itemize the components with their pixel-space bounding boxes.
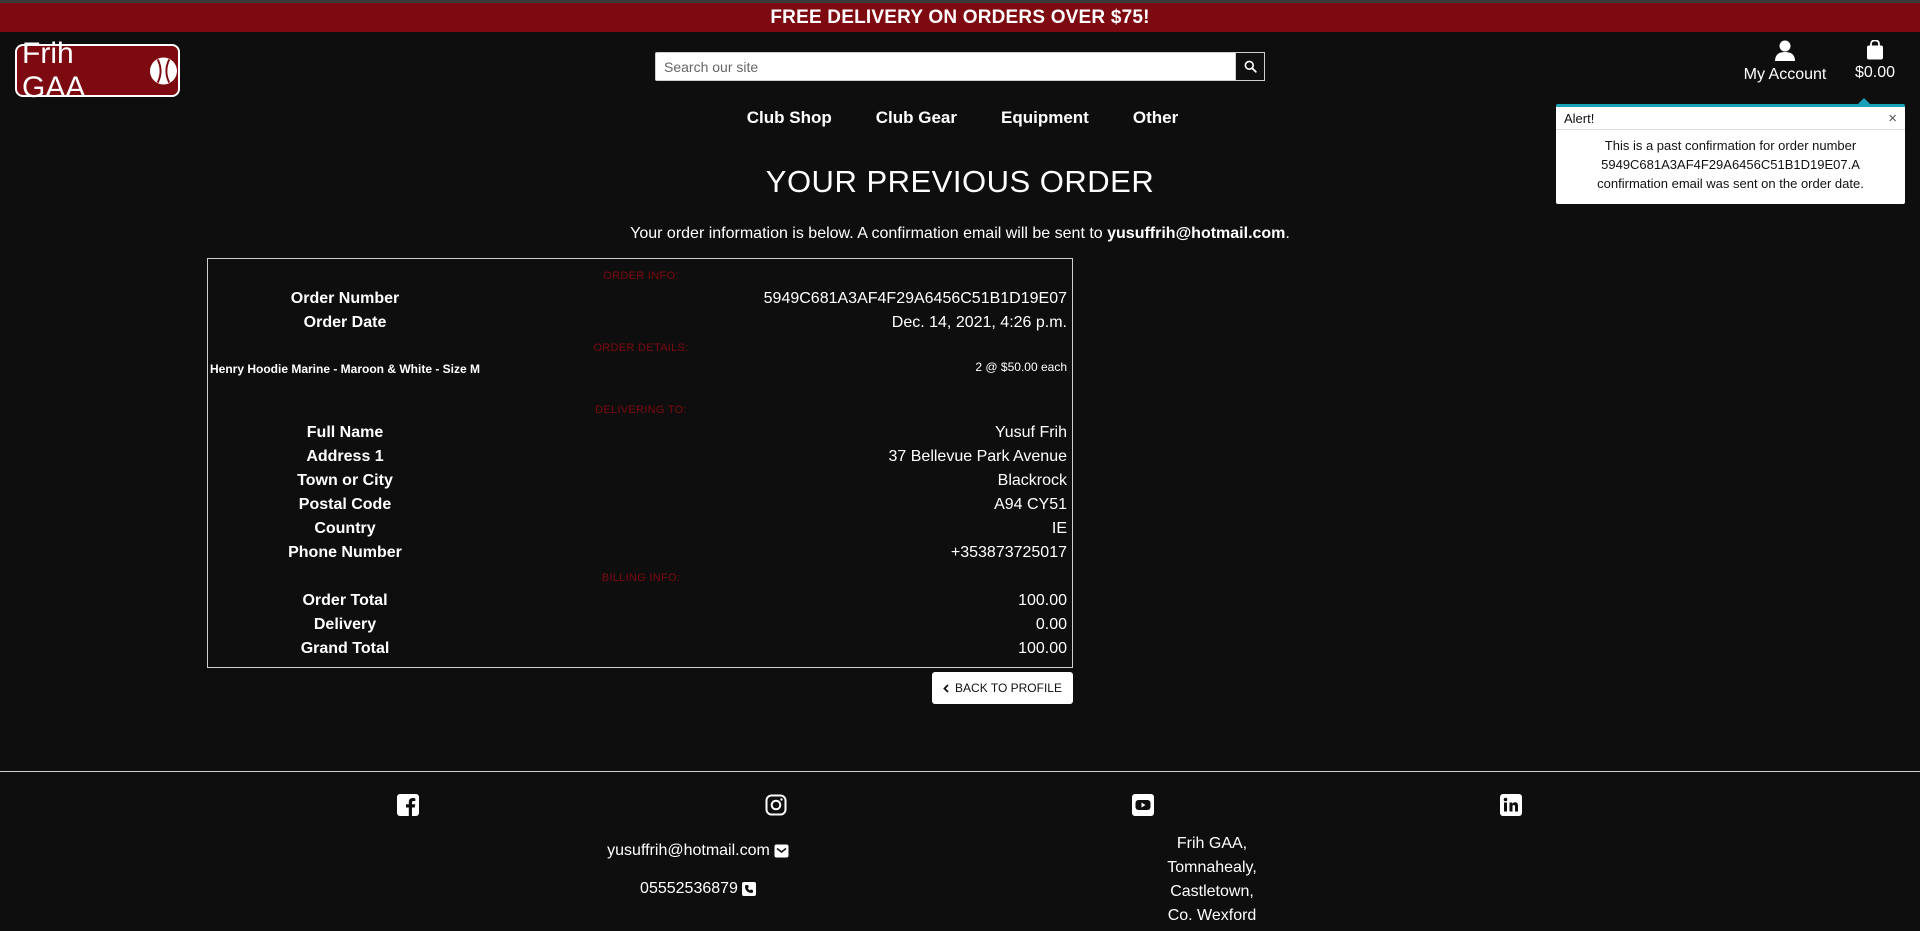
alert-title: Alert! xyxy=(1564,110,1595,126)
back-to-profile-button[interactable]: BACK TO PROFILE xyxy=(932,672,1073,704)
grand-total-label: Grand Total xyxy=(300,640,390,657)
footer-address: Frih GAA, Tomnahealy, Castletown, Co. We… xyxy=(1112,832,1312,928)
facebook-glyph xyxy=(397,794,419,816)
alert-arrow xyxy=(1858,98,1870,104)
search-input[interactable] xyxy=(655,52,1235,81)
banner-text: FREE DELIVERY ON ORDERS OVER $75! xyxy=(770,6,1150,28)
back-button-label: BACK TO PROFILE xyxy=(955,681,1062,695)
address-line: Castletown, xyxy=(1170,883,1254,900)
address1-label: Address 1 xyxy=(306,448,384,465)
shopping-bag-icon xyxy=(1867,40,1883,60)
order-number-value: 5949C681A3AF4F29A6456C51B1D19E07 xyxy=(763,290,1067,307)
order-item-name: Henry Hoodie Marine - Maroon & White - S… xyxy=(209,362,481,376)
account-label: My Account xyxy=(1743,66,1827,83)
gaa-ball-icon xyxy=(150,56,178,85)
subtitle-email: yusuffrih@hotmail.com xyxy=(1107,225,1286,242)
address-line: Co. Wexford xyxy=(1167,907,1257,924)
nav-equipment[interactable]: Equipment xyxy=(979,108,1111,132)
bag-total: $0.00 xyxy=(1854,64,1896,81)
country-value: IE xyxy=(1051,520,1067,537)
phone-icon xyxy=(741,882,756,896)
footer-phone-link[interactable]: 05552536879 xyxy=(500,880,896,898)
order-info-heading: ORDER INFO: xyxy=(603,270,679,282)
delivery-label: Delivery xyxy=(313,616,377,633)
footer-phone: 05552536879 xyxy=(640,880,738,897)
subtitle-suffix: . xyxy=(1285,225,1290,242)
my-account-link[interactable]: My Account xyxy=(1735,40,1835,90)
order-date-value: Dec. 14, 2021, 4:26 p.m. xyxy=(891,314,1067,331)
country-label: Country xyxy=(314,520,376,537)
linkedin-icon[interactable] xyxy=(1500,794,1522,816)
nav-other[interactable]: Other xyxy=(1111,108,1200,132)
grand-total-value: 100.00 xyxy=(1018,640,1067,657)
address-line: Tomnahealy, xyxy=(1167,859,1257,876)
chevron-left-icon xyxy=(943,683,949,693)
instagram-glyph xyxy=(765,794,787,816)
facebook-icon[interactable] xyxy=(397,794,419,816)
phone-value: +353873725017 xyxy=(950,544,1067,561)
postal-code-label: Postal Code xyxy=(298,496,392,513)
full-name-value: Yusuf Frih xyxy=(994,424,1067,441)
address1-value: 37 Bellevue Park Avenue xyxy=(888,448,1068,465)
order-summary: ORDER INFO: Order Number 5949C681A3AF4F2… xyxy=(207,258,1073,668)
postal-code-value: A94 CY51 xyxy=(994,496,1067,513)
order-subtitle: Your order information is below. A confi… xyxy=(0,225,1920,243)
logo-text: Frih GAA xyxy=(22,36,86,104)
search-icon xyxy=(1244,60,1257,73)
order-date-label: Order Date xyxy=(303,314,387,331)
youtube-glyph xyxy=(1132,794,1154,816)
footer-email-link[interactable]: yusuffrih@hotmail.com xyxy=(500,842,896,860)
footer-divider xyxy=(0,771,1920,772)
user-icon xyxy=(1775,40,1795,61)
linkedin-glyph xyxy=(1500,794,1522,816)
order-details-heading: ORDER DETAILS: xyxy=(593,342,689,354)
instagram-icon[interactable] xyxy=(765,794,787,816)
shopping-bag-link[interactable]: $0.00 xyxy=(1852,40,1898,90)
address-line: Frih GAA, xyxy=(1176,835,1248,852)
delivery-value: 0.00 xyxy=(1035,616,1067,633)
order-total-label: Order Total xyxy=(302,592,388,609)
phone-label: Phone Number xyxy=(288,544,402,561)
alert-header: Alert! × xyxy=(1556,107,1905,130)
full-name-label: Full Name xyxy=(306,424,384,441)
youtube-icon[interactable] xyxy=(1132,794,1154,816)
delivering-to-heading: DELIVERING TO: xyxy=(595,404,687,416)
order-number-label: Order Number xyxy=(290,290,400,307)
town-label: Town or City xyxy=(297,472,393,489)
site-logo[interactable]: Frih GAA xyxy=(15,37,180,104)
town-value: Blackrock xyxy=(997,472,1067,489)
envelope-icon xyxy=(774,844,789,858)
footer-email: yusuffrih@hotmail.com xyxy=(607,842,770,859)
page-title: YOUR PREVIOUS ORDER xyxy=(765,164,1155,199)
search-button[interactable] xyxy=(1235,52,1265,81)
order-item-quantity: 2 @ $50.00 each xyxy=(975,360,1067,374)
nav-club-gear[interactable]: Club Gear xyxy=(854,108,979,132)
delivery-banner: FREE DELIVERY ON ORDERS OVER $75! xyxy=(0,0,1920,32)
alert-close-button[interactable]: × xyxy=(1888,110,1897,127)
subtitle-text: Your order information is below. A confi… xyxy=(630,225,1108,242)
billing-info-heading: BILLING INFO: xyxy=(601,572,681,584)
nav-club-shop[interactable]: Club Shop xyxy=(725,108,854,132)
order-total-value: 100.00 xyxy=(1018,592,1067,609)
search-form xyxy=(655,52,1265,81)
